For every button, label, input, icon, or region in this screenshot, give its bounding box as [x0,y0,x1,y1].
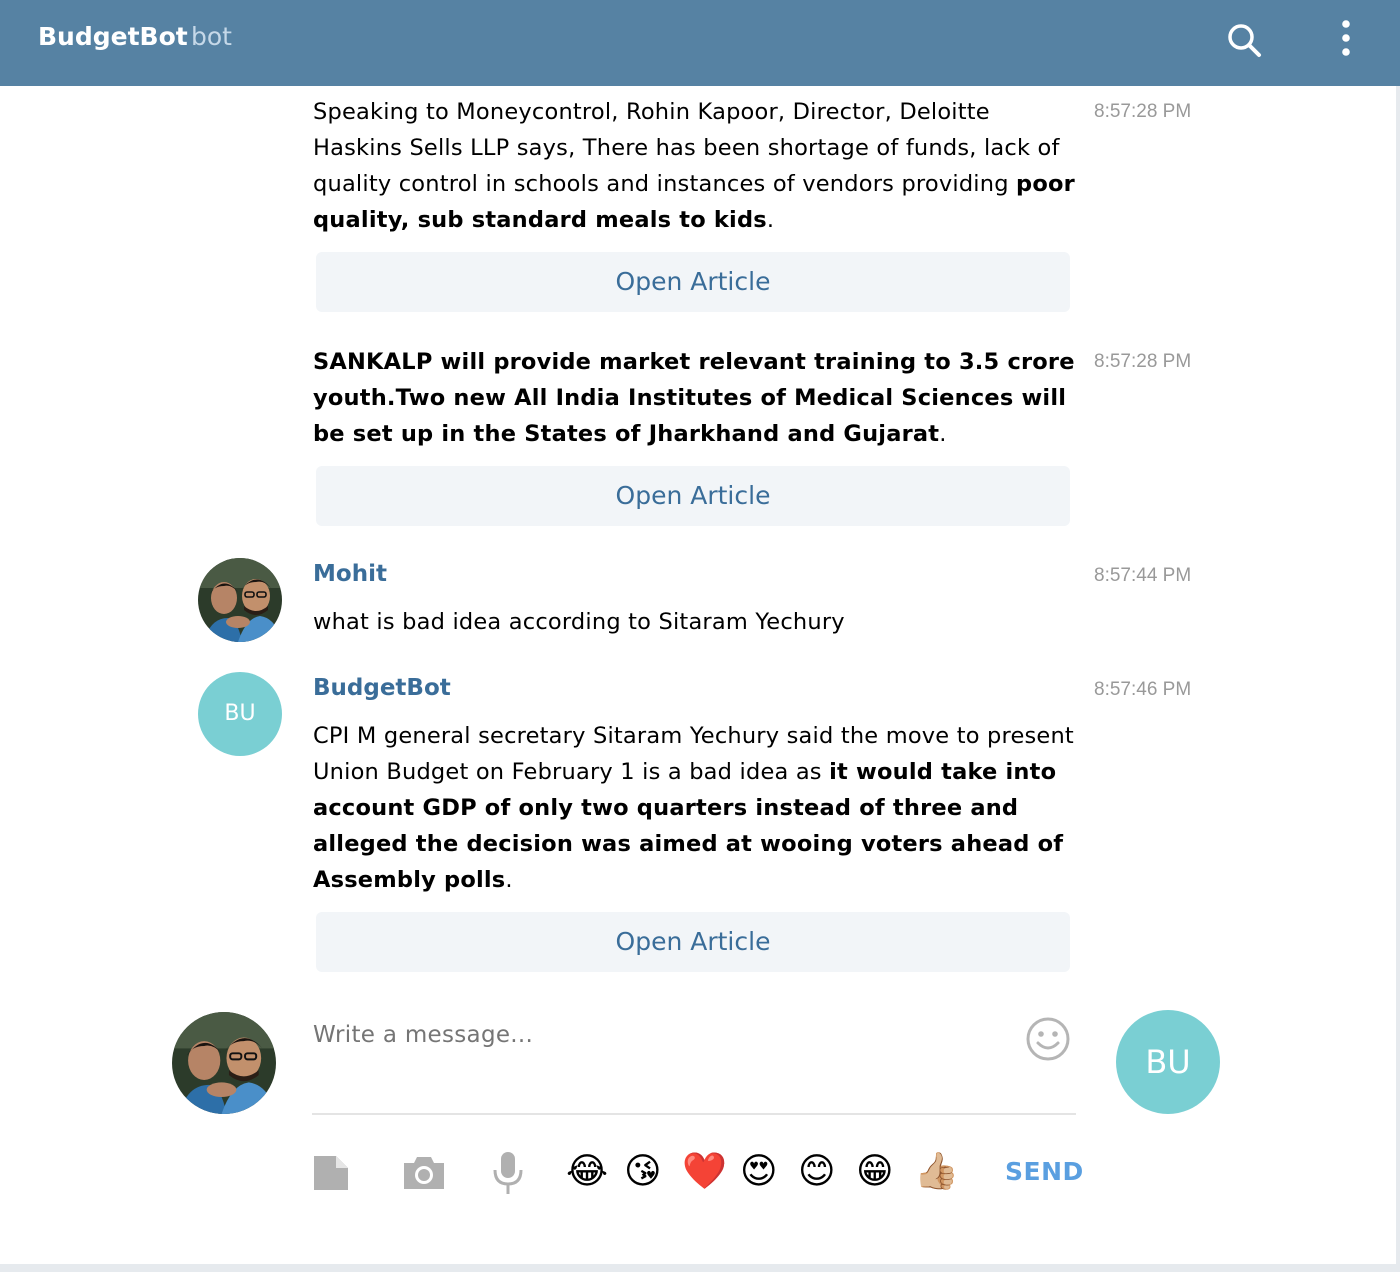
bot-avatar-initials: BU [1145,1043,1191,1081]
emoji-heart-eyes[interactable]: 😍 [740,1152,778,1192]
more-vertical-icon[interactable] [1336,18,1356,58]
emoji-joy[interactable]: 😂 [566,1152,608,1192]
search-icon[interactable] [1224,20,1264,60]
emoji-grin[interactable]: 😁 [856,1152,894,1192]
user-avatar[interactable] [198,558,282,642]
emoji-picker-icon[interactable] [1025,1016,1071,1062]
send-button[interactable]: SEND [1005,1157,1084,1186]
bot-avatar-large[interactable]: BU [1116,1010,1220,1114]
message-text: SANKALP will provide market relevant tra… [313,349,1075,447]
my-avatar[interactable] [172,1012,276,1114]
open-article-button[interactable]: Open Article [316,912,1070,972]
camera-icon[interactable] [402,1155,446,1191]
chat-subtitle: bot [191,22,232,51]
message-text: CPI M general secretary Sitaram Yechury … [313,723,1074,893]
message-text: what is bad idea according to Sitaram Ye… [313,609,845,635]
open-article-button[interactable]: Open Article [316,466,1070,526]
microphone-icon[interactable] [490,1150,526,1196]
bot-avatar[interactable]: BU [198,672,282,756]
emoji-heart[interactable]: ❤️ [682,1152,727,1192]
scrollbar-track[interactable] [1396,86,1400,1272]
chat-header: BudgetBot bot [0,0,1400,86]
bot-avatar-initials: BU [224,701,256,726]
message-time: 8:57:28 PM [1094,101,1192,122]
chat-title[interactable]: BudgetBot [38,22,188,51]
open-article-button[interactable]: Open Article [316,252,1070,312]
attach-file-icon[interactable] [312,1154,350,1192]
emoji-kiss[interactable]: 😘 [624,1152,662,1192]
message-time: 8:57:44 PM [1094,565,1192,586]
message-sender[interactable]: Mohit [313,561,387,587]
message-time: 8:57:46 PM [1094,679,1192,700]
message-time: 8:57:28 PM [1094,351,1192,372]
emoji-thumbs-up[interactable]: 👍🏼 [914,1152,959,1192]
window-bottom-edge [0,1264,1400,1272]
message-sender[interactable]: BudgetBot [313,675,451,701]
emoji-smile[interactable]: 😊 [798,1152,836,1192]
message-input[interactable] [313,1010,1013,1060]
message-text: Speaking to Moneycontrol, Rohin Kapoor, … [313,99,1075,233]
composer-divider [312,1113,1076,1115]
